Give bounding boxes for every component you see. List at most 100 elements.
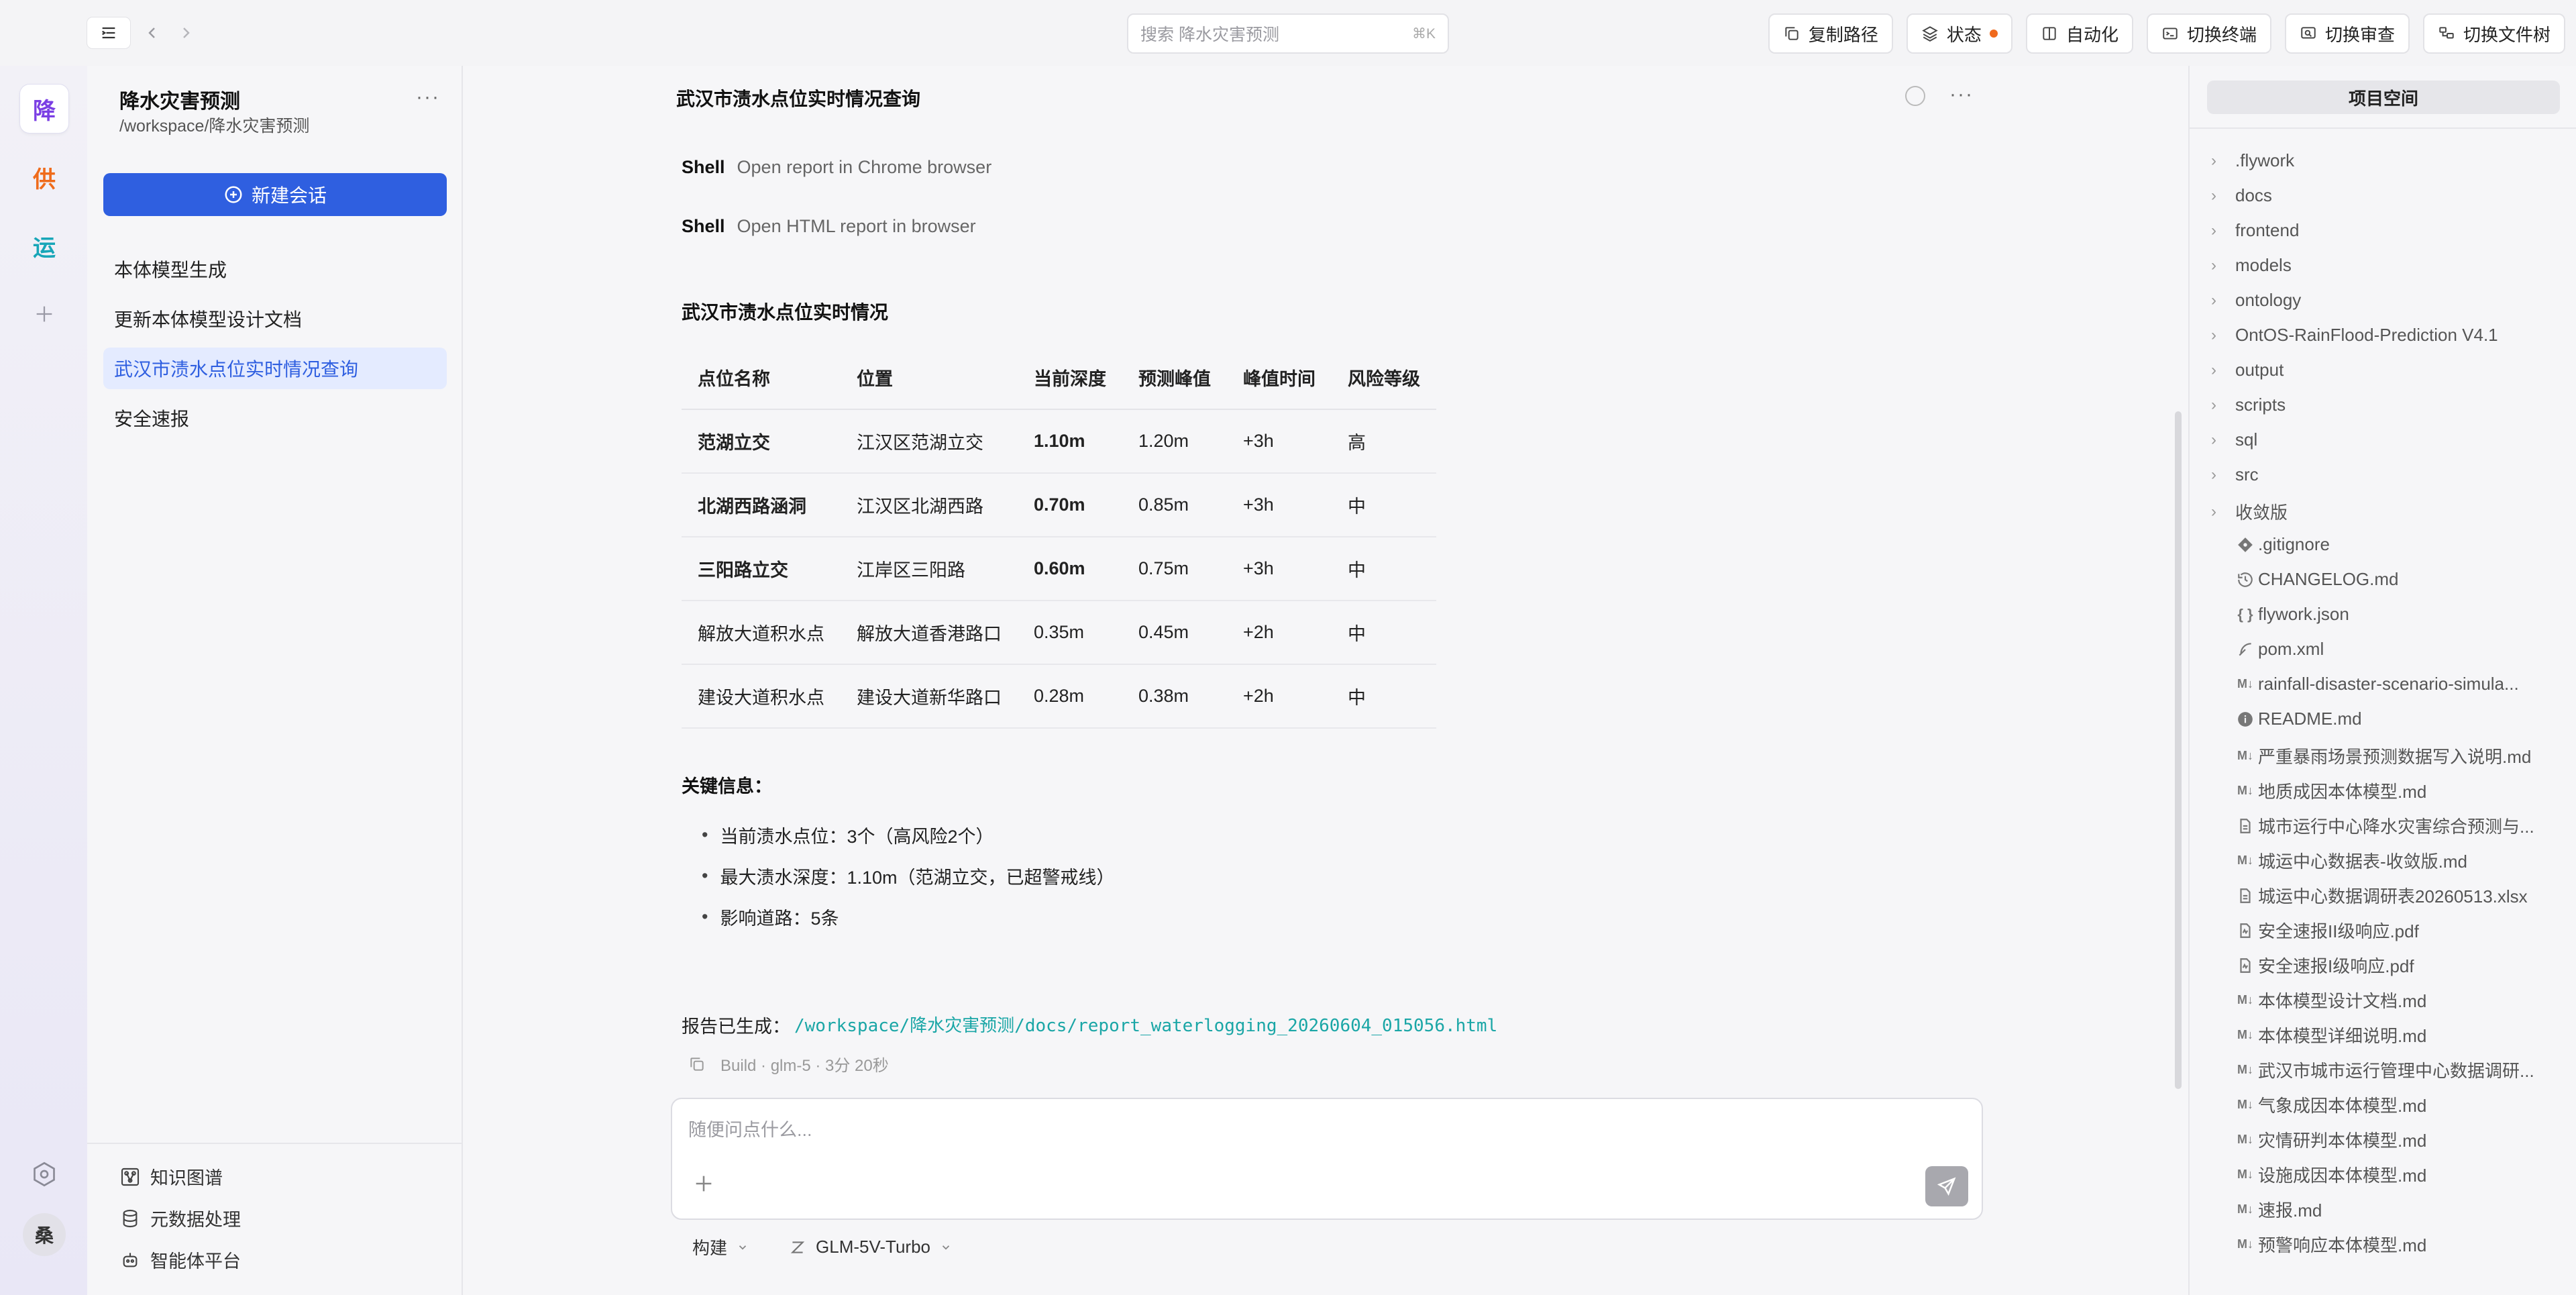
workspace-item-2[interactable]: 供 [20, 153, 68, 201]
chevron-down-icon [942, 1245, 950, 1250]
workspace-item-1[interactable]: 降 [20, 85, 68, 133]
forward-button[interactable] [176, 19, 196, 47]
conversation-panel: 武汉市渍水点位实时情况查询 ··· Shell Open report in Ch… [463, 66, 2188, 1295]
folder-item[interactable]: › docs [2211, 185, 2272, 206]
folder-item[interactable]: › ontology [2211, 290, 2301, 311]
settings-button[interactable] [28, 1158, 60, 1190]
file-item[interactable]: 城运中心数据调研表20260513.xlsx [2233, 883, 2528, 908]
build-mode-select[interactable]: 构建 [692, 1235, 749, 1259]
project-more-button[interactable]: ··· [416, 86, 440, 109]
session-item-active[interactable]: 武汉市渍水点位实时情况查询 [103, 348, 447, 389]
chevron-right-icon: › [2211, 151, 2216, 170]
new-chat-button[interactable]: 新建会话 [103, 173, 447, 216]
search-input[interactable]: 搜索 降水灾害预测 ⌘K [1127, 13, 1449, 54]
file-item[interactable]: M↓ 城运中心数据表-收敛版.md [2233, 848, 2467, 873]
markdown-icon: M↓ [2237, 784, 2253, 797]
folder-item[interactable]: › output [2211, 360, 2284, 380]
file-item[interactable]: M↓ rainfall-disaster-scenario-simula... [2233, 674, 2519, 694]
file-item[interactable]: M↓ 本体模型详细说明.md [2233, 1023, 2426, 1047]
add-workspace-button[interactable] [20, 290, 68, 338]
markdown-icon: M↓ [2237, 1237, 2253, 1251]
status-button[interactable]: 状态 [1906, 13, 2012, 54]
status-circle-icon [1905, 86, 1925, 106]
file-item[interactable]: pom.xml [2233, 639, 2324, 660]
back-button[interactable] [142, 19, 162, 47]
toggle-review-button[interactable]: 切换审查 [2284, 13, 2410, 54]
folder-item[interactable]: › 收敛版 [2211, 499, 2288, 524]
folder-item[interactable]: › frontend [2211, 220, 2299, 241]
toggle-filetree-button[interactable]: 切换文件树 [2422, 13, 2565, 54]
file-item[interactable]: M↓ 地质成因本体模型.md [2233, 778, 2426, 803]
session-item[interactable]: 安全速报 [103, 397, 447, 439]
file-item[interactable]: 城市运行中心降水灾害综合预测与... [2233, 813, 2534, 838]
review-icon [2301, 27, 2316, 39]
metadata-link[interactable]: 元数据处理 [119, 1205, 241, 1231]
new-chat-icon [225, 186, 242, 203]
info-icon [2233, 711, 2258, 728]
avatar[interactable]: 桑 [23, 1213, 66, 1256]
file-item[interactable]: M↓ 严重暴雨场景预测数据写入说明.md [2233, 743, 2531, 768]
folder-label: src [2235, 464, 2259, 484]
file-item[interactable]: .gitignore [2233, 534, 2330, 555]
shell-step[interactable]: Shell Open HTML report in browser [682, 216, 976, 237]
session-label: 武汉市渍水点位实时情况查询 [114, 359, 359, 380]
search-shortcut: ⌘K [1411, 25, 1436, 42]
table-cell: +2h [1227, 601, 1332, 665]
folder-item[interactable]: › scripts [2211, 395, 2286, 415]
file-item[interactable]: M↓ 预警响应本体模型.md [2233, 1232, 2426, 1257]
shell-tag: Shell [682, 157, 725, 177]
session-item[interactable]: 更新本体模型设计文档 [103, 298, 447, 340]
shell-tag: Shell [682, 216, 725, 236]
doc-icon [2233, 887, 2258, 904]
automation-button[interactable]: 自动化 [2025, 13, 2133, 54]
knowledge-graph-link[interactable]: 知识图谱 [119, 1163, 223, 1190]
project-space-panel: 项目空间 › .flywork › docs › frontend › models › onto… [2188, 66, 2576, 1295]
file-item[interactable]: M↓ 本体模型设计文档.md [2233, 988, 2426, 1013]
toggle-review-label: 切换审查 [2324, 24, 2395, 45]
send-button[interactable] [1925, 1166, 1968, 1206]
conversation-more-button[interactable]: ··· [1949, 83, 1974, 106]
tab-project-space[interactable]: 项目空间 [2207, 81, 2560, 114]
table-cell: 解放大道香港路口 [841, 601, 1018, 665]
chevron-left-icon [148, 28, 155, 38]
folder-item[interactable]: › sql [2211, 429, 2257, 450]
file-item[interactable]: M↓ 灾情研判本体模型.md [2233, 1127, 2426, 1152]
table-cell: 0.35m [1018, 601, 1122, 665]
file-label: 城市运行中心降水灾害综合预测与... [2258, 817, 2534, 837]
session-item[interactable]: 本体模型生成 [103, 248, 447, 290]
copy-path-button[interactable]: 复制路径 [1768, 13, 1893, 54]
folder-label: output [2235, 360, 2284, 380]
sidebar-toggle-button[interactable] [87, 17, 130, 48]
file-item[interactable]: M↓ 气象成因本体模型.md [2233, 1092, 2426, 1117]
file-label: 灾情研判本体模型.md [2258, 1131, 2427, 1151]
scrollbar[interactable] [2175, 411, 2182, 1089]
shell-step[interactable]: Shell Open report in Chrome browser [682, 157, 991, 178]
table-cell: 江岸区三阳路 [841, 537, 1018, 601]
file-item[interactable]: M↓ 设施成因本体模型.md [2233, 1162, 2426, 1187]
toggle-terminal-button[interactable]: 切换终端 [2146, 13, 2271, 54]
file-item[interactable]: 安全速报I级响应.pdf [2233, 953, 2414, 978]
file-item[interactable]: CHANGELOG.md [2233, 569, 2399, 590]
message-composer[interactable]: 随便问点什么... [671, 1098, 1983, 1220]
folder-item[interactable]: › src [2211, 464, 2259, 485]
workspace-item-3[interactable]: 运 [20, 221, 68, 270]
report-link[interactable]: /workspace/降水灾害预测/docs/report_waterloggi… [794, 1012, 1497, 1038]
attach-button[interactable] [692, 1172, 715, 1202]
file-item[interactable]: { } flywork.json [2233, 604, 2349, 625]
file-label: 城运中心数据调研表20260513.xlsx [2258, 886, 2528, 907]
copy-icon[interactable] [688, 1055, 706, 1073]
sidebar-toggle-icon [102, 27, 115, 39]
file-item[interactable]: M↓ 武汉市城市运行管理中心数据调研... [2233, 1057, 2534, 1082]
model-select[interactable]: GLM-5V-Turbo [789, 1235, 952, 1259]
table-cell: 建设大道积水点 [682, 664, 841, 729]
markdown-icon: M↓ [2237, 1063, 2253, 1076]
file-item[interactable]: 安全速报II级响应.pdf [2233, 918, 2419, 943]
agent-platform-link[interactable]: 智能体平台 [119, 1247, 241, 1273]
chevron-right-icon [183, 28, 190, 38]
folder-item[interactable]: › OntOS-RainFlood-Prediction V4.1 [2211, 325, 2498, 346]
file-item[interactable]: M↓ 速报.md [2233, 1197, 2322, 1222]
folder-item[interactable]: › models [2211, 255, 2292, 276]
folder-item[interactable]: › .flywork [2211, 150, 2294, 171]
report-prefix: 报告已生成： [682, 1017, 790, 1037]
file-item[interactable]: README.md [2233, 709, 2362, 729]
